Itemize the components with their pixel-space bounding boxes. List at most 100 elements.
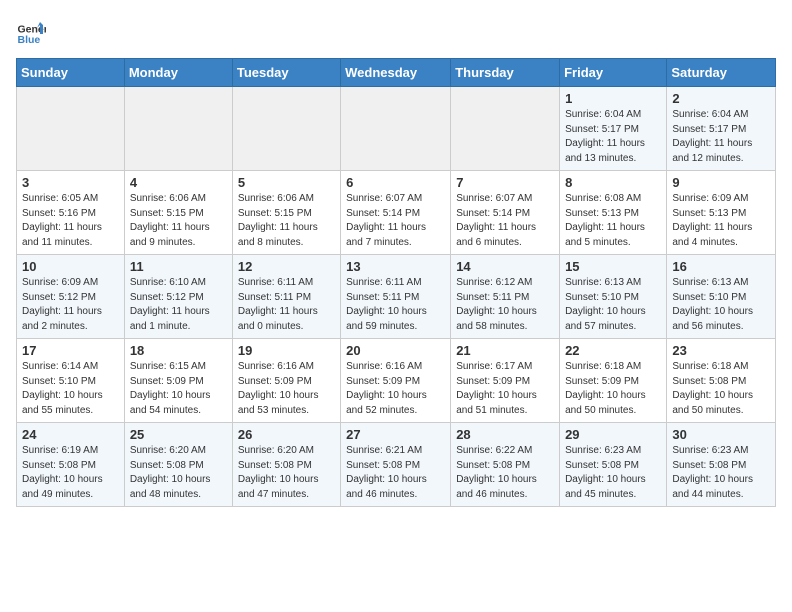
day-number: 14 <box>456 259 554 274</box>
calendar-cell: 17 Sunrise: 6:14 AMSunset: 5:10 PMDayligh… <box>17 339 125 423</box>
day-info: Sunrise: 6:06 AMSunset: 5:15 PMDaylight:… <box>238 192 335 250</box>
day-number: 9 <box>672 175 770 190</box>
day-number: 19 <box>238 343 335 358</box>
day-number: 29 <box>565 427 661 442</box>
day-number: 20 <box>346 343 445 358</box>
day-number: 6 <box>346 175 445 190</box>
column-header-saturday: Saturday <box>667 59 776 87</box>
day-info: Sunrise: 6:10 AMSunset: 5:12 PMDaylight:… <box>130 276 227 334</box>
calendar-week-3: 17 Sunrise: 6:14 AMSunset: 5:10 PMDayligh… <box>17 339 776 423</box>
day-number: 12 <box>238 259 335 274</box>
day-info: Sunrise: 6:04 AMSunset: 5:17 PMDaylight:… <box>672 108 770 166</box>
calendar-cell: 1Sunrise: 6:04 AMSunset: 5:17 PMDaylight… <box>560 87 667 171</box>
calendar-cell: 13Sunrise: 6:11 AMSunset: 5:11 PMDayligh… <box>341 255 451 339</box>
calendar-cell: 16 Sunrise: 6:13 AMSunset: 5:10 PMDayligh… <box>667 255 776 339</box>
column-header-wednesday: Wednesday <box>341 59 451 87</box>
calendar-cell: 5 Sunrise: 6:06 AMSunset: 5:15 PMDaylight… <box>232 171 340 255</box>
day-info: Sunrise: 6:07 AMSunset: 5:14 PMDaylight:… <box>346 192 445 250</box>
day-number: 16 <box>672 259 770 274</box>
day-number: 1 <box>565 91 661 106</box>
day-info: Sunrise: 6:11 AMSunset: 5:11 PMDaylight:… <box>238 276 335 334</box>
calendar-cell: 6 Sunrise: 6:07 AMSunset: 5:14 PMDaylight… <box>341 171 451 255</box>
day-number: 5 <box>238 175 335 190</box>
day-info: Sunrise: 6:18 AMSunset: 5:09 PMDaylight:… <box>565 360 661 418</box>
calendar-week-4: 24 Sunrise: 6:19 AMSunset: 5:08 PMDayligh… <box>17 423 776 507</box>
svg-text:Blue: Blue <box>18 34 41 46</box>
column-header-thursday: Thursday <box>451 59 560 87</box>
day-info: Sunrise: 6:16 AMSunset: 5:09 PMDaylight:… <box>238 360 335 418</box>
day-info: Sunrise: 6:06 AMSunset: 5:15 PMDaylight:… <box>130 192 227 250</box>
calendar-cell: 23 Sunrise: 6:18 AMSunset: 5:08 PMDayligh… <box>667 339 776 423</box>
day-number: 30 <box>672 427 770 442</box>
calendar-cell: 10 Sunrise: 6:09 AMSunset: 5:12 PMDayligh… <box>17 255 125 339</box>
calendar-cell: 24 Sunrise: 6:19 AMSunset: 5:08 PMDayligh… <box>17 423 125 507</box>
day-info: Sunrise: 6:19 AMSunset: 5:08 PMDaylight:… <box>22 444 119 502</box>
calendar-cell <box>341 87 451 171</box>
calendar-cell: 27 Sunrise: 6:21 AMSunset: 5:08 PMDayligh… <box>341 423 451 507</box>
calendar-cell: 3 Sunrise: 6:05 AMSunset: 5:16 PMDaylight… <box>17 171 125 255</box>
day-info: Sunrise: 6:07 AMSunset: 5:14 PMDaylight:… <box>456 192 554 250</box>
day-info: Sunrise: 6:20 AMSunset: 5:08 PMDaylight:… <box>238 444 335 502</box>
day-number: 22 <box>565 343 661 358</box>
day-info: Sunrise: 6:21 AMSunset: 5:08 PMDaylight:… <box>346 444 445 502</box>
day-info: Sunrise: 6:14 AMSunset: 5:10 PMDaylight:… <box>22 360 119 418</box>
calendar-cell: 22 Sunrise: 6:18 AMSunset: 5:09 PMDayligh… <box>560 339 667 423</box>
day-info: Sunrise: 6:05 AMSunset: 5:16 PMDaylight:… <box>22 192 119 250</box>
day-info: Sunrise: 6:13 AMSunset: 5:10 PMDaylight:… <box>672 276 770 334</box>
calendar-cell: 20Sunrise: 6:16 AMSunset: 5:09 PMDayligh… <box>341 339 451 423</box>
day-number: 27 <box>346 427 445 442</box>
calendar-cell <box>451 87 560 171</box>
column-header-tuesday: Tuesday <box>232 59 340 87</box>
day-number: 11 <box>130 259 227 274</box>
calendar-cell: 26 Sunrise: 6:20 AMSunset: 5:08 PMDayligh… <box>232 423 340 507</box>
logo: General Blue <box>16 16 46 46</box>
calendar-cell: 9 Sunrise: 6:09 AMSunset: 5:13 PMDaylight… <box>667 171 776 255</box>
day-number: 18 <box>130 343 227 358</box>
day-number: 25 <box>130 427 227 442</box>
day-number: 21 <box>456 343 554 358</box>
day-info: Sunrise: 6:09 AMSunset: 5:12 PMDaylight:… <box>22 276 119 334</box>
day-info: Sunrise: 6:08 AMSunset: 5:13 PMDaylight:… <box>565 192 661 250</box>
calendar-cell <box>232 87 340 171</box>
day-info: Sunrise: 6:12 AMSunset: 5:11 PMDaylight:… <box>456 276 554 334</box>
day-info: Sunrise: 6:22 AMSunset: 5:08 PMDaylight:… <box>456 444 554 502</box>
day-number: 4 <box>130 175 227 190</box>
day-number: 28 <box>456 427 554 442</box>
day-number: 3 <box>22 175 119 190</box>
calendar-cell: 30 Sunrise: 6:23 AMSunset: 5:08 PMDayligh… <box>667 423 776 507</box>
day-number: 7 <box>456 175 554 190</box>
day-info: Sunrise: 6:23 AMSunset: 5:08 PMDaylight:… <box>672 444 770 502</box>
calendar-week-2: 10 Sunrise: 6:09 AMSunset: 5:12 PMDayligh… <box>17 255 776 339</box>
calendar-cell: 15Sunrise: 6:13 AMSunset: 5:10 PMDayligh… <box>560 255 667 339</box>
calendar-cell <box>17 87 125 171</box>
calendar-cell: 14 Sunrise: 6:12 AMSunset: 5:11 PMDayligh… <box>451 255 560 339</box>
calendar-cell: 29Sunrise: 6:23 AMSunset: 5:08 PMDayligh… <box>560 423 667 507</box>
column-header-friday: Friday <box>560 59 667 87</box>
calendar-cell: 21 Sunrise: 6:17 AMSunset: 5:09 PMDayligh… <box>451 339 560 423</box>
day-number: 13 <box>346 259 445 274</box>
day-number: 8 <box>565 175 661 190</box>
calendar-cell: 2Sunrise: 6:04 AMSunset: 5:17 PMDaylight… <box>667 87 776 171</box>
day-info: Sunrise: 6:09 AMSunset: 5:13 PMDaylight:… <box>672 192 770 250</box>
calendar-week-1: 3 Sunrise: 6:05 AMSunset: 5:16 PMDaylight… <box>17 171 776 255</box>
logo-icon: General Blue <box>16 16 46 46</box>
day-number: 17 <box>22 343 119 358</box>
column-header-monday: Monday <box>124 59 232 87</box>
day-number: 23 <box>672 343 770 358</box>
day-info: Sunrise: 6:20 AMSunset: 5:08 PMDaylight:… <box>130 444 227 502</box>
day-info: Sunrise: 6:18 AMSunset: 5:08 PMDaylight:… <box>672 360 770 418</box>
day-number: 24 <box>22 427 119 442</box>
calendar-cell: 19 Sunrise: 6:16 AMSunset: 5:09 PMDayligh… <box>232 339 340 423</box>
day-info: Sunrise: 6:15 AMSunset: 5:09 PMDaylight:… <box>130 360 227 418</box>
calendar-table: SundayMondayTuesdayWednesdayThursdayFrid… <box>16 58 776 507</box>
calendar-cell: 8 Sunrise: 6:08 AMSunset: 5:13 PMDaylight… <box>560 171 667 255</box>
page-header: General Blue <box>16 16 776 46</box>
day-info: Sunrise: 6:17 AMSunset: 5:09 PMDaylight:… <box>456 360 554 418</box>
day-number: 26 <box>238 427 335 442</box>
day-number: 10 <box>22 259 119 274</box>
calendar-cell: 18 Sunrise: 6:15 AMSunset: 5:09 PMDayligh… <box>124 339 232 423</box>
calendar-cell: 4 Sunrise: 6:06 AMSunset: 5:15 PMDaylight… <box>124 171 232 255</box>
calendar-cell: 25 Sunrise: 6:20 AMSunset: 5:08 PMDayligh… <box>124 423 232 507</box>
day-info: Sunrise: 6:13 AMSunset: 5:10 PMDaylight:… <box>565 276 661 334</box>
calendar-cell: 7 Sunrise: 6:07 AMSunset: 5:14 PMDaylight… <box>451 171 560 255</box>
